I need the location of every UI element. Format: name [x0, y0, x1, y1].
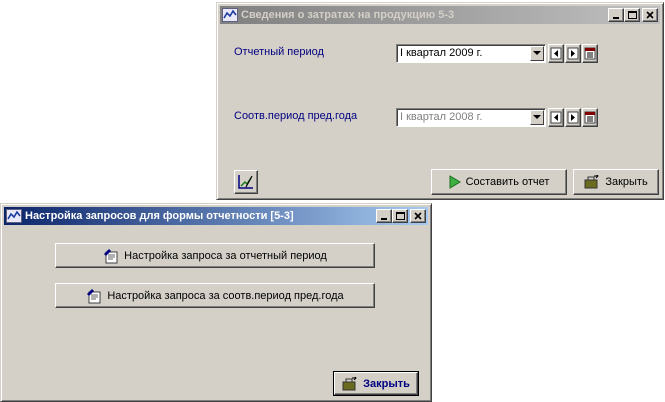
close-icon — [414, 212, 422, 220]
queries-window: Настройка запросов для формы отчетности … — [0, 203, 432, 402]
queries-close-button[interactable]: Закрыть — [333, 371, 419, 396]
period-next-button[interactable] — [565, 44, 581, 63]
prev-period-label: Соотв.период пред.года — [234, 110, 358, 122]
calendar-icon — [584, 111, 596, 124]
minimize-icon — [381, 218, 387, 220]
period-select-value: I квартал 2009 г. — [400, 47, 483, 59]
edit-chart-icon — [238, 175, 253, 189]
build-report-button[interactable]: Составить отчет — [431, 169, 567, 195]
settings-icon — [87, 288, 101, 303]
report-window-title: Сведения о затратах на продукцию 5-3 — [241, 9, 455, 21]
maximize-icon — [396, 212, 405, 220]
prev-period-calendar-button[interactable] — [582, 108, 598, 127]
query-prev-period-button[interactable]: Настройка запроса за соотв.период пред.г… — [55, 283, 375, 308]
app-icon — [6, 209, 22, 223]
chevron-down-icon — [533, 115, 541, 119]
prev-period-select-value: I квартал 2008 г. — [400, 111, 483, 123]
period-dropdown-button[interactable] — [530, 46, 544, 61]
settings-icon — [104, 248, 118, 263]
play-icon — [449, 175, 461, 189]
report-close-button[interactable]: Закрыть — [573, 169, 659, 195]
calendar-icon — [584, 47, 596, 60]
minimize-button[interactable] — [376, 209, 392, 223]
report-close-label: Закрыть — [605, 176, 648, 188]
queries-window-titlebar[interactable]: Настройка запросов для формы отчетности … — [4, 207, 428, 225]
minimize-button[interactable] — [608, 8, 624, 22]
forward-icon — [567, 111, 579, 124]
minimize-icon — [613, 17, 619, 19]
prev-period-dropdown-button[interactable] — [530, 110, 544, 125]
report-window-titlebar[interactable]: Сведения о затратах на продукцию 5-3 — [220, 6, 660, 24]
period-calendar-button[interactable] — [582, 44, 598, 63]
period-label: Отчетный период — [234, 46, 324, 58]
settings-edit-button[interactable] — [234, 170, 258, 194]
maximize-icon — [628, 11, 637, 19]
exit-door-icon — [584, 175, 600, 189]
period-prev-button[interactable] — [548, 44, 564, 63]
forward-icon — [567, 47, 579, 60]
query-current-period-label: Настройка запроса за отчетный период — [124, 249, 327, 262]
app-icon — [222, 8, 238, 22]
rewind-icon — [550, 111, 562, 124]
maximize-button[interactable] — [392, 209, 408, 223]
close-window-button[interactable] — [642, 8, 658, 22]
prev-period-prev-button[interactable] — [548, 108, 564, 127]
rewind-icon — [550, 47, 562, 60]
exit-door-icon — [342, 376, 357, 390]
query-current-period-button[interactable]: Настройка запроса за отчетный период — [55, 243, 375, 268]
query-prev-period-label: Настройка запроса за соотв.период пред.г… — [107, 289, 344, 302]
close-window-button[interactable] — [410, 209, 426, 223]
build-report-label: Составить отчет — [465, 176, 550, 188]
close-icon — [646, 11, 654, 19]
queries-window-title: Настройка запросов для формы отчетности … — [25, 210, 294, 222]
chevron-down-icon — [533, 51, 541, 55]
prev-period-next-button[interactable] — [565, 108, 581, 127]
period-select[interactable]: I квартал 2009 г. — [396, 44, 546, 63]
prev-period-select[interactable]: I квартал 2008 г. — [396, 108, 546, 127]
maximize-button[interactable] — [624, 8, 640, 22]
report-window: Сведения о затратах на продукцию 5-3 Отч… — [216, 2, 664, 200]
queries-close-label: Закрыть — [363, 377, 410, 390]
